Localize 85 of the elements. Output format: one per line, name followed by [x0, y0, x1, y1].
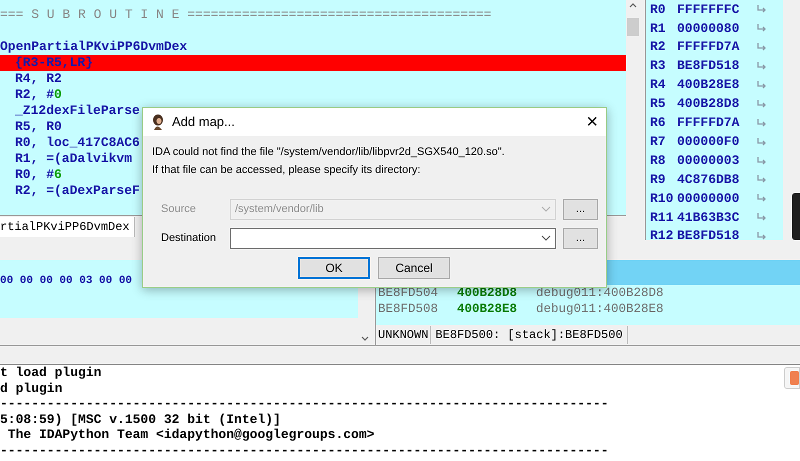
instruction-operands: {R3-R5,LR} — [14, 54, 94, 72]
stack-address: BE8FD508 — [378, 300, 440, 318]
console-line: d plugin — [0, 380, 64, 396]
scrollbar-thumb[interactable] — [627, 18, 639, 36]
register-name: R0 — [650, 0, 667, 19]
instruction-operands: R0, loc_417C8AC6 — [14, 134, 140, 152]
console-line: The IDAPython Team <idapython@googlegroups.com> — [6, 427, 376, 442]
register-value: FFFFFFFC — [677, 0, 740, 19]
scroll-up-icon[interactable] — [629, 3, 637, 8]
register-name: R11 — [650, 208, 674, 226]
jump-arrow-icon[interactable] — [757, 232, 766, 240]
register-value: FFFFFD7A — [677, 114, 740, 132]
stack-status-kind: UNKNOWN — [376, 326, 432, 344]
path-combobox: /system/vendor/lib — [230, 198, 556, 220]
dialog-message: If that file can be accessed, please specify its directory: — [152, 164, 422, 177]
instruction-operands: R0, #6 — [14, 166, 62, 184]
path-combobox[interactable] — [230, 228, 556, 248]
jump-arrow-icon[interactable] — [757, 62, 766, 70]
subroutine-separator: === S U B R O U T I N E ======================================= — [0, 6, 492, 24]
register-name: R2 — [650, 38, 667, 56]
register-name: R8 — [650, 152, 667, 170]
register-name: R7 — [650, 132, 667, 151]
field-label: Source — [161, 202, 197, 217]
dialog-message: IDA could not find the file "/system/vendor/lib/libpvr2d_SGX540_120.so". — [152, 146, 506, 159]
jump-arrow-icon[interactable] — [757, 100, 766, 108]
stack-comment: debug011:400B28E8 — [536, 300, 664, 318]
register-name: R6 — [650, 114, 667, 132]
close-button[interactable]: × — [586, 112, 598, 132]
function-label: OpenPartialPKviPP6DvmDex — [0, 38, 188, 56]
instruction-operands: R1, =(aDalvikvm — [14, 150, 132, 168]
jump-arrow-icon[interactable] — [757, 194, 766, 202]
jump-arrow-icon[interactable] — [757, 5, 766, 14]
register-value: FFFFFD7A — [677, 38, 740, 56]
jump-arrow-icon[interactable] — [757, 156, 766, 165]
jump-arrow-icon[interactable] — [757, 213, 766, 222]
instruction-operands: R2, #0 — [14, 86, 62, 104]
jump-arrow-icon[interactable] — [757, 24, 766, 32]
register-name: R5 — [650, 95, 667, 114]
field-label: Destination — [161, 230, 218, 246]
console-line: ------------------------------------------------------------------------------ — [0, 442, 610, 458]
register-value: 400B28D8 — [677, 95, 740, 114]
app-icon — [150, 114, 165, 130]
stack-status-text: BE8FD500: [stack]:BE8FD500 — [431, 326, 628, 344]
register-name: R4 — [650, 76, 667, 94]
browse-button[interactable]: ... — [563, 228, 598, 248]
register-name: R12 — [650, 227, 674, 246]
register-value: 00000000 — [677, 190, 740, 208]
dark-window-edge — [792, 193, 800, 240]
jump-arrow-icon[interactable] — [757, 175, 766, 184]
jump-arrow-icon[interactable] — [757, 118, 766, 127]
dropdown-caret-icon[interactable] — [541, 235, 551, 241]
register-value: 400B28E8 — [677, 76, 740, 94]
app-logo-icon[interactable] — [784, 367, 800, 389]
stack-value: 400B28E8 — [457, 300, 518, 318]
stack-comment: debug011:400B28D8 — [536, 284, 664, 302]
stack-address: BE8FD504 — [378, 284, 440, 302]
register-value: 00000003 — [677, 152, 740, 170]
splitter-bar[interactable] — [0, 345, 800, 365]
scroll-down-icon[interactable] — [361, 336, 369, 341]
register-name: R1 — [650, 20, 667, 38]
instruction-operands: _Z12dexFileParse — [14, 102, 140, 120]
console-line: t load plugin — [0, 365, 102, 380]
register-value: 000000F0 — [677, 132, 740, 151]
register-value: BE8FD518 — [677, 227, 740, 246]
register-value: BE8FD518 — [677, 57, 740, 76]
cancel-button[interactable]: Cancel — [378, 257, 450, 279]
console-line: ------------------------------------------------------------------------------ — [0, 396, 610, 412]
stack-value: 400B28D8 — [457, 284, 518, 302]
register-value: 4C876DB8 — [677, 170, 740, 189]
dialog-title: Add map... — [172, 113, 235, 132]
hex-bytes: 00 00 00 00 03 00 00 — [0, 275, 132, 287]
instruction-operands: R5, R0 — [14, 118, 62, 136]
register-name: R3 — [650, 57, 667, 76]
console-line: 5:08:59) [MSC v.1500 32 bit (Intel)] — [0, 412, 282, 427]
register-value: 00000080 — [677, 20, 740, 38]
register-value: 41B63B3C — [677, 208, 740, 226]
register-name: R9 — [650, 170, 667, 189]
instruction-operands: R2, =(aDexParseF — [14, 182, 140, 200]
register-name: R10 — [650, 190, 674, 208]
function-name-status: rtialPKviPP6DvmDex — [0, 217, 135, 237]
jump-arrow-icon[interactable] — [757, 138, 766, 146]
ok-button[interactable]: OK — [298, 257, 370, 279]
jump-arrow-icon[interactable] — [757, 81, 766, 89]
instruction-operands: R4, R2 — [14, 70, 62, 88]
jump-arrow-icon[interactable] — [757, 43, 766, 52]
